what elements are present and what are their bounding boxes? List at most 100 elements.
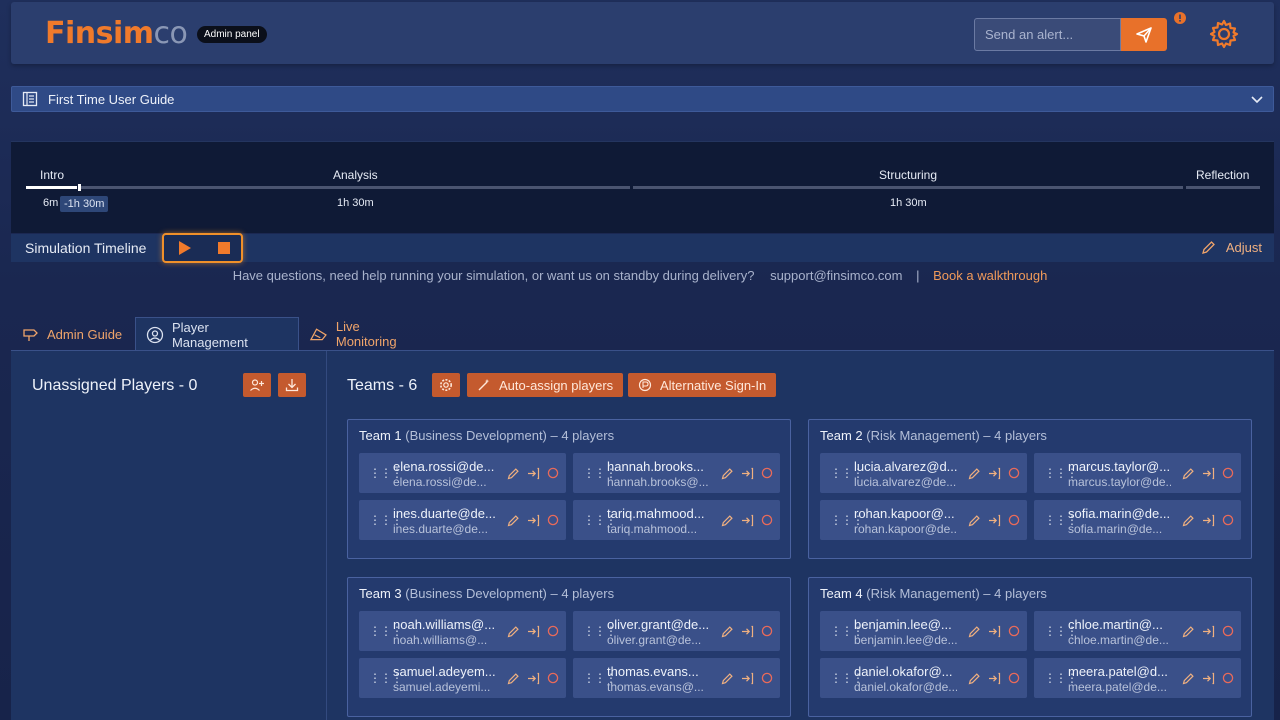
move-team-icon[interactable] bbox=[1202, 625, 1215, 638]
status-circle-icon[interactable] bbox=[547, 514, 559, 526]
move-team-icon[interactable] bbox=[527, 514, 540, 527]
move-team-icon[interactable] bbox=[988, 672, 1001, 685]
player-card[interactable]: ⋮⋮⋮ lucia.alvarez@d... lucia.alvarez@de... bbox=[820, 453, 1027, 493]
move-team-icon[interactable] bbox=[1202, 672, 1215, 685]
move-team-icon[interactable] bbox=[988, 514, 1001, 527]
edit-icon[interactable] bbox=[507, 467, 520, 480]
player-card[interactable]: ⋮⋮⋮ chloe.martin@... chloe.martin@de... bbox=[1034, 611, 1241, 651]
unassigned-players-column: Unassigned Players - 0 bbox=[11, 351, 327, 720]
move-team-icon[interactable] bbox=[988, 625, 1001, 638]
player-card[interactable]: ⋮⋮⋮ sofia.marin@de... sofia.marin@de... bbox=[1034, 500, 1241, 540]
phase-analysis-duration: 1h 30m bbox=[337, 197, 374, 209]
status-circle-icon[interactable] bbox=[547, 672, 559, 684]
adjust-label: Adjust bbox=[1225, 240, 1262, 255]
player-card[interactable]: ⋮⋮⋮ tariq.mahmood... tariq.mahmood... bbox=[573, 500, 780, 540]
player-card[interactable]: ⋮⋮⋮ ines.duarte@de... ines.duarte@de... bbox=[359, 500, 566, 540]
add-player-button[interactable] bbox=[243, 373, 271, 397]
edit-icon[interactable] bbox=[721, 672, 734, 685]
player-card[interactable]: ⋮⋮⋮ noah.williams@... noah.williams@... bbox=[359, 611, 566, 651]
edit-icon[interactable] bbox=[507, 625, 520, 638]
edit-icon[interactable] bbox=[1182, 625, 1195, 638]
finsimco-logo[interactable]: Finsimco bbox=[45, 16, 188, 51]
tab-player-management[interactable]: Player Management bbox=[135, 317, 299, 351]
sign-in-icon bbox=[638, 378, 652, 392]
player-card[interactable]: ⋮⋮⋮ thomas.evans... thomas.evans@... bbox=[573, 658, 780, 698]
edit-icon[interactable] bbox=[968, 514, 981, 527]
edit-icon[interactable] bbox=[968, 672, 981, 685]
support-email-link[interactable]: support@finsimco.com bbox=[770, 268, 902, 283]
chevron-down-icon[interactable] bbox=[1249, 91, 1265, 107]
move-team-icon[interactable] bbox=[527, 625, 540, 638]
player-card[interactable]: ⋮⋮⋮ marcus.taylor@... marcus.taylor@de... bbox=[1034, 453, 1241, 493]
auto-assign-players-button[interactable]: Auto-assign players bbox=[467, 373, 624, 397]
move-team-icon[interactable] bbox=[741, 514, 754, 527]
move-team-icon[interactable] bbox=[988, 467, 1001, 480]
download-players-button[interactable] bbox=[278, 373, 306, 397]
player-card[interactable]: ⋮⋮⋮ daniel.okafor@... daniel.okafor@de... bbox=[820, 658, 1027, 698]
move-team-icon[interactable] bbox=[741, 672, 754, 685]
status-circle-icon[interactable] bbox=[1008, 672, 1020, 684]
player-card[interactable]: ⋮⋮⋮ rohan.kapoor@... rohan.kapoor@de... bbox=[820, 500, 1027, 540]
status-circle-icon[interactable] bbox=[547, 467, 559, 479]
player-card[interactable]: ⋮⋮⋮ benjamin.lee@... benjamin.lee@de... bbox=[820, 611, 1027, 651]
move-team-icon[interactable] bbox=[1202, 514, 1215, 527]
edit-icon[interactable] bbox=[721, 514, 734, 527]
player-card[interactable]: ⋮⋮⋮ samuel.adeyem... samuel.adeyemi... bbox=[359, 658, 566, 698]
edit-icon[interactable] bbox=[1182, 514, 1195, 527]
status-circle-icon[interactable] bbox=[1008, 625, 1020, 637]
guide-label: First Time User Guide bbox=[48, 91, 175, 107]
move-team-icon[interactable] bbox=[741, 467, 754, 480]
status-circle-icon[interactable] bbox=[1222, 467, 1234, 479]
status-circle-icon[interactable] bbox=[1008, 514, 1020, 526]
move-team-icon[interactable] bbox=[527, 672, 540, 685]
tab-admin-guide[interactable]: Admin Guide bbox=[11, 317, 135, 351]
user-gear-icon bbox=[146, 326, 164, 343]
edit-icon[interactable] bbox=[507, 672, 520, 685]
edit-icon[interactable] bbox=[507, 514, 520, 527]
edit-icon[interactable] bbox=[721, 467, 734, 480]
adjust-button[interactable]: Adjust bbox=[1201, 240, 1262, 255]
send-alert-button[interactable] bbox=[1121, 18, 1167, 51]
first-time-user-guide-bar[interactable]: First Time User Guide bbox=[11, 86, 1274, 112]
settings-gear-icon[interactable] bbox=[1209, 19, 1239, 52]
add-user-icon bbox=[250, 379, 264, 391]
playback-controls bbox=[162, 233, 243, 263]
player-card[interactable]: ⋮⋮⋮ elena.rossi@de... elena.rossi@de... bbox=[359, 453, 566, 493]
unassigned-players-title: Unassigned Players - 0 bbox=[32, 377, 198, 394]
teams-settings-button[interactable] bbox=[432, 373, 460, 397]
move-team-icon[interactable] bbox=[527, 467, 540, 480]
alternative-sign-in-button[interactable]: Alternative Sign-In bbox=[628, 373, 777, 397]
edit-icon[interactable] bbox=[1182, 672, 1195, 685]
player-email: lucia.alvarez@d... bbox=[854, 459, 957, 474]
status-circle-icon[interactable] bbox=[761, 467, 773, 479]
edit-icon[interactable] bbox=[721, 625, 734, 638]
alternative-sign-in-label: Alternative Sign-In bbox=[660, 377, 767, 393]
move-team-icon[interactable] bbox=[1202, 467, 1215, 480]
status-circle-icon[interactable] bbox=[547, 625, 559, 637]
play-button[interactable] bbox=[178, 241, 192, 258]
alert-input[interactable] bbox=[974, 18, 1121, 51]
status-circle-icon[interactable] bbox=[1222, 514, 1234, 526]
tab-live-monitoring[interactable]: Live Monitoring bbox=[299, 317, 429, 351]
player-card[interactable]: ⋮⋮⋮ oliver.grant@de... oliver.grant@de... bbox=[573, 611, 780, 651]
move-team-icon[interactable] bbox=[741, 625, 754, 638]
status-circle-icon[interactable] bbox=[761, 514, 773, 526]
status-circle-icon[interactable] bbox=[1008, 467, 1020, 479]
edit-icon[interactable] bbox=[1182, 467, 1195, 480]
timeline-track-intro bbox=[26, 186, 77, 189]
player-email-secondary: meera.patel@de... bbox=[1068, 680, 1167, 694]
player-email-secondary: ines.duarte@de... bbox=[393, 522, 488, 536]
player-card[interactable]: ⋮⋮⋮ hannah.brooks... hannah.brooks@... bbox=[573, 453, 780, 493]
status-circle-icon[interactable] bbox=[1222, 625, 1234, 637]
player-email-secondary: elena.rossi@de... bbox=[393, 475, 487, 489]
status-circle-icon[interactable] bbox=[761, 625, 773, 637]
stop-button[interactable] bbox=[218, 242, 230, 254]
notification-dot-icon[interactable] bbox=[1174, 12, 1186, 24]
book-walkthrough-link[interactable]: Book a walkthrough bbox=[933, 268, 1047, 283]
timeline-playhead[interactable] bbox=[78, 184, 81, 191]
player-card[interactable]: ⋮⋮⋮ meera.patel@d... meera.patel@de... bbox=[1034, 658, 1241, 698]
edit-icon[interactable] bbox=[968, 625, 981, 638]
edit-icon[interactable] bbox=[968, 467, 981, 480]
status-circle-icon[interactable] bbox=[761, 672, 773, 684]
status-circle-icon[interactable] bbox=[1222, 672, 1234, 684]
